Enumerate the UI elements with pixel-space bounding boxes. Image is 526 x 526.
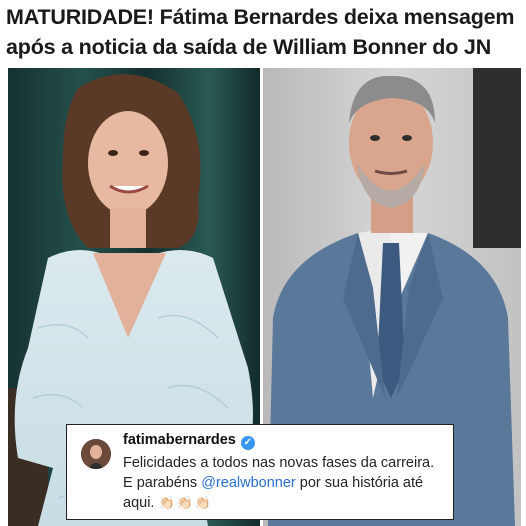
- mention-link[interactable]: @realwbonner: [201, 475, 296, 491]
- headline-line-2: após a noticia da saída de William Bonne…: [6, 35, 492, 59]
- headline-line-1: MATURIDADE! Fátima Bernardes deixa mensa…: [6, 5, 515, 29]
- comment-username[interactable]: fatimabernardes ✓: [123, 432, 255, 450]
- clapping-hands-icon: 👏🏻👏🏻👏🏻: [158, 495, 214, 510]
- username-text[interactable]: fatimabernardes: [123, 432, 236, 448]
- headline: MATURIDADE! Fátima Bernardes deixa mensa…: [6, 2, 522, 62]
- avatar[interactable]: [81, 439, 111, 469]
- verified-badge-icon: ✓: [240, 436, 255, 450]
- comment-text: Felicidades a todos nas novas fases da c…: [123, 453, 443, 513]
- instagram-comment-card: fatimabernardes ✓ Felicidades a todos nas…: [66, 424, 454, 520]
